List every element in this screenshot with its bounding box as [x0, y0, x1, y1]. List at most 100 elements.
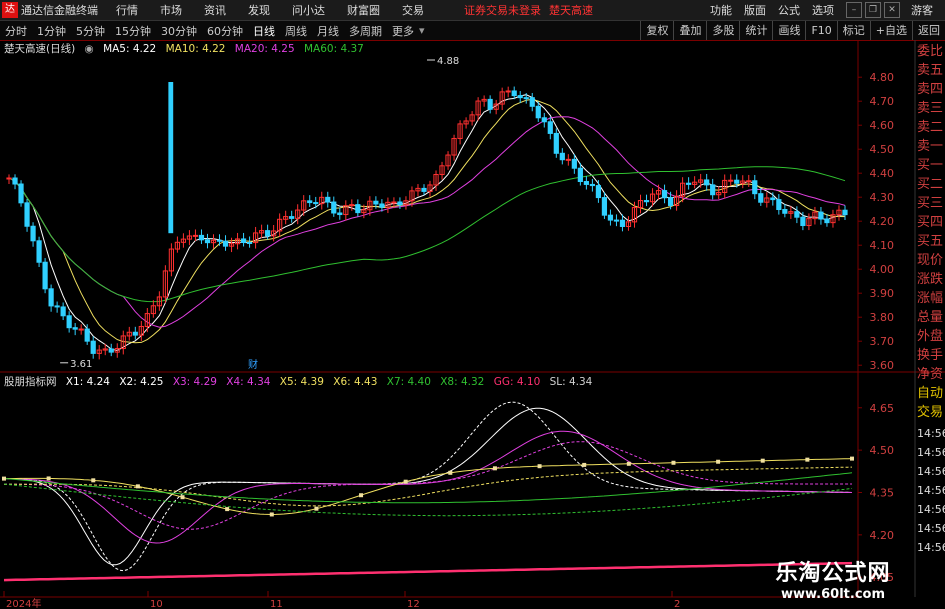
ma5-line [8, 94, 846, 352]
candle-body [54, 305, 60, 308]
sidebar-item-16[interactable]: 换手 [917, 346, 945, 365]
candle-body [289, 216, 295, 219]
main-legend: 楚天高速(日线) ◉ MA5: 4.22 MA10: 4.22 MA20: 4.… [4, 41, 370, 55]
sidebar-item-10[interactable]: 买五 [917, 232, 945, 251]
candle-body [132, 331, 138, 336]
sidebar-item-17[interactable]: 净资 [917, 365, 945, 384]
y-tick-label: 4.10 [870, 239, 895, 252]
sl-point [314, 506, 319, 511]
x1-label: X1: 4.24 [65, 376, 110, 388]
sl-point [626, 461, 631, 466]
candle-body [66, 315, 72, 329]
quote-sidebar: 委比 卖五 卖四 卖三 卖二 卖一 买一 买二 买三 买四 买五 现价 涨跌 涨… [917, 42, 945, 384]
candle-body [307, 200, 313, 204]
sidebar-item-14[interactable]: 总量 [917, 308, 945, 327]
x-tick-label: 10 [150, 599, 163, 609]
ma5-label: MA5: 4.22 [103, 43, 157, 55]
sl-point [180, 495, 185, 500]
candle-body [710, 184, 716, 196]
sl-point [269, 512, 274, 517]
sidebar-item-7[interactable]: 买二 [917, 175, 945, 194]
candle-body [824, 218, 830, 224]
ma10-line [8, 98, 846, 344]
candle-body [222, 240, 229, 247]
sidebar-item-6[interactable]: 买一 [917, 156, 945, 175]
sidebar-item-1[interactable]: 卖五 [917, 61, 945, 80]
sl-label: SL: 4.34 [549, 376, 593, 388]
sl-point [760, 458, 765, 463]
sidebar-item-0[interactable]: 委比 [917, 42, 945, 61]
candle-body [379, 203, 385, 208]
candle-body [18, 183, 24, 204]
sidebar-item-8[interactable]: 买三 [917, 194, 945, 213]
sl-point [582, 462, 587, 467]
chart-title: 楚天高速(日线) [4, 43, 76, 55]
y-tick-label: 3.60 [870, 359, 895, 372]
watermark-line2: www.60lt.com [780, 587, 886, 602]
sidebar-item-2[interactable]: 卖四 [917, 80, 945, 99]
candle-body [325, 196, 331, 203]
candle-body [511, 90, 517, 97]
x-tick-label: 11 [270, 599, 283, 609]
candle-body [553, 132, 559, 154]
sidebar-item-3[interactable]: 卖三 [917, 99, 945, 118]
x1-line [3, 407, 853, 566]
low-price-label: 3.61 [70, 359, 92, 370]
candle-body [198, 234, 205, 241]
sidebar-item-4[interactable]: 卖二 [917, 118, 945, 137]
watermark: 乐淘公式网 www.60lt.com [758, 555, 908, 602]
candle-body [6, 177, 12, 180]
candle-body [667, 197, 674, 206]
sidebar-item-9[interactable]: 买四 [917, 213, 945, 232]
tick-time: 14:56 [917, 503, 945, 516]
candle-body [487, 98, 493, 110]
candle-body [794, 211, 800, 218]
candle-body [541, 117, 547, 123]
tick-time: 14:56 [917, 465, 945, 478]
sidebar-item-5[interactable]: 卖一 [917, 137, 945, 156]
candle-body [589, 183, 595, 187]
sl-point [805, 457, 810, 462]
trade-button[interactable]: 交易 [917, 403, 945, 422]
auto-trade-button[interactable]: 自动 [917, 384, 945, 403]
candle-body [661, 190, 668, 199]
candle-body [421, 187, 427, 192]
candle-body [72, 327, 78, 330]
candle-body [529, 97, 535, 107]
candle-body [565, 158, 571, 161]
ind-y-tick-label: 4.50 [870, 444, 895, 457]
y-tick-label: 4.40 [870, 167, 895, 180]
sidebar-item-13[interactable]: 涨幅 [917, 289, 945, 308]
sl-point [2, 476, 6, 481]
candle-body [517, 95, 523, 99]
tick-time: 14:56 [917, 427, 945, 440]
watermark-line1: 乐淘公式网 [775, 561, 891, 586]
ma10-label: MA10: 4.22 [165, 43, 226, 55]
candle-body [619, 219, 626, 227]
x4-label: X4: 4.34 [226, 376, 271, 388]
kline-chart[interactable]: 4.80 4.70 4.60 4.50 4.40 4.30 4.20 4.10 4.00 3.90… [0, 0, 945, 609]
sidebar-item-15[interactable]: 外盘 [917, 327, 945, 346]
candle-body [391, 201, 397, 204]
candle-body [48, 288, 54, 307]
sidebar-item-11[interactable]: 现价 [917, 251, 945, 270]
candle-body [204, 239, 211, 244]
candle-body [776, 199, 782, 211]
candle-body [168, 82, 174, 234]
x8-line [3, 483, 853, 517]
tick-time-list: 14:56 14:56 14:56 14:56 14:56 14:56 14:5… [917, 424, 945, 557]
x3-label: X3: 4.29 [172, 376, 217, 388]
x-tick-label: 2 [674, 599, 680, 609]
y-tick-label: 4.60 [870, 119, 895, 132]
candle-body [535, 105, 541, 119]
sl-point [91, 478, 96, 483]
sidebar-item-12[interactable]: 涨跌 [917, 270, 945, 289]
sl-point [448, 470, 453, 475]
ma20-label: MA20: 4.25 [234, 43, 295, 55]
candle-body [523, 97, 529, 100]
x8-label: X8: 4.32 [440, 376, 485, 388]
y-tick-label: 3.70 [870, 335, 895, 348]
settings-icon[interactable]: ◉ [85, 43, 94, 55]
candle-body [559, 152, 565, 161]
candle-body [240, 238, 247, 243]
